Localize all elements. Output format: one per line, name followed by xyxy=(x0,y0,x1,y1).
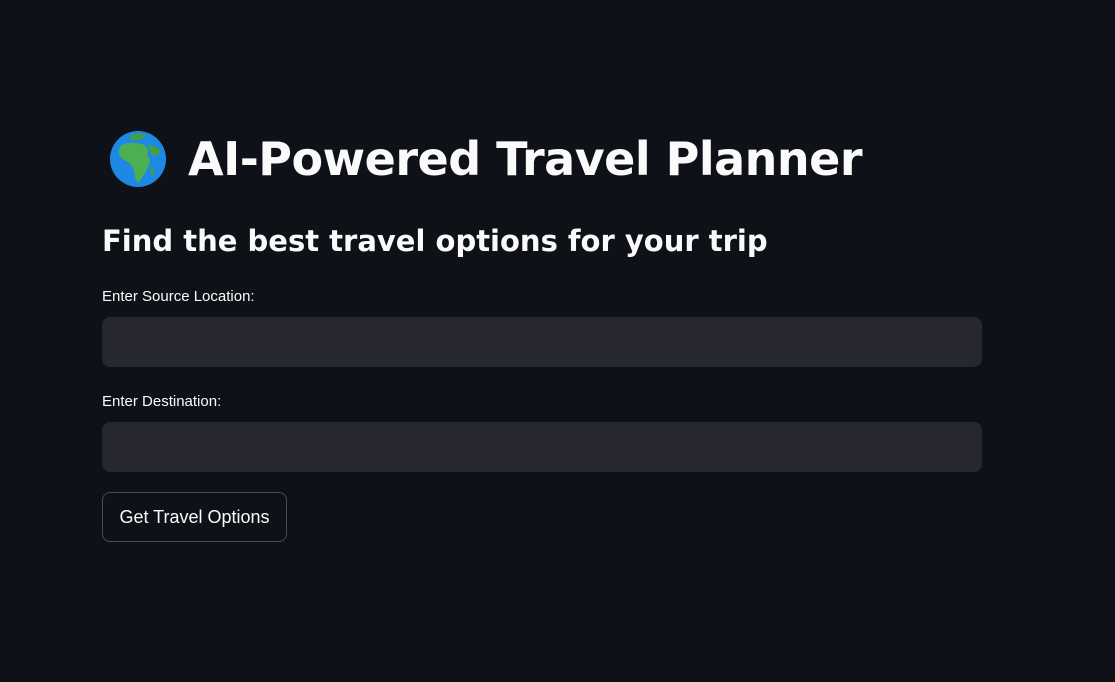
source-location-input[interactable] xyxy=(102,317,982,367)
get-travel-options-button[interactable]: Get Travel Options xyxy=(102,492,287,542)
destination-label: Enter Destination: xyxy=(102,393,222,410)
destination-input[interactable] xyxy=(102,422,982,472)
globe-africa-icon xyxy=(110,131,166,187)
page-title: AI-Powered Travel Planner xyxy=(188,132,863,186)
page-header: AI-Powered Travel Planner xyxy=(108,124,863,194)
page-subheader: Find the best travel options for your tr… xyxy=(102,224,768,258)
source-location-label: Enter Source Location: xyxy=(102,288,255,305)
app-main: AI-Powered Travel Planner Find the best … xyxy=(0,0,1115,682)
